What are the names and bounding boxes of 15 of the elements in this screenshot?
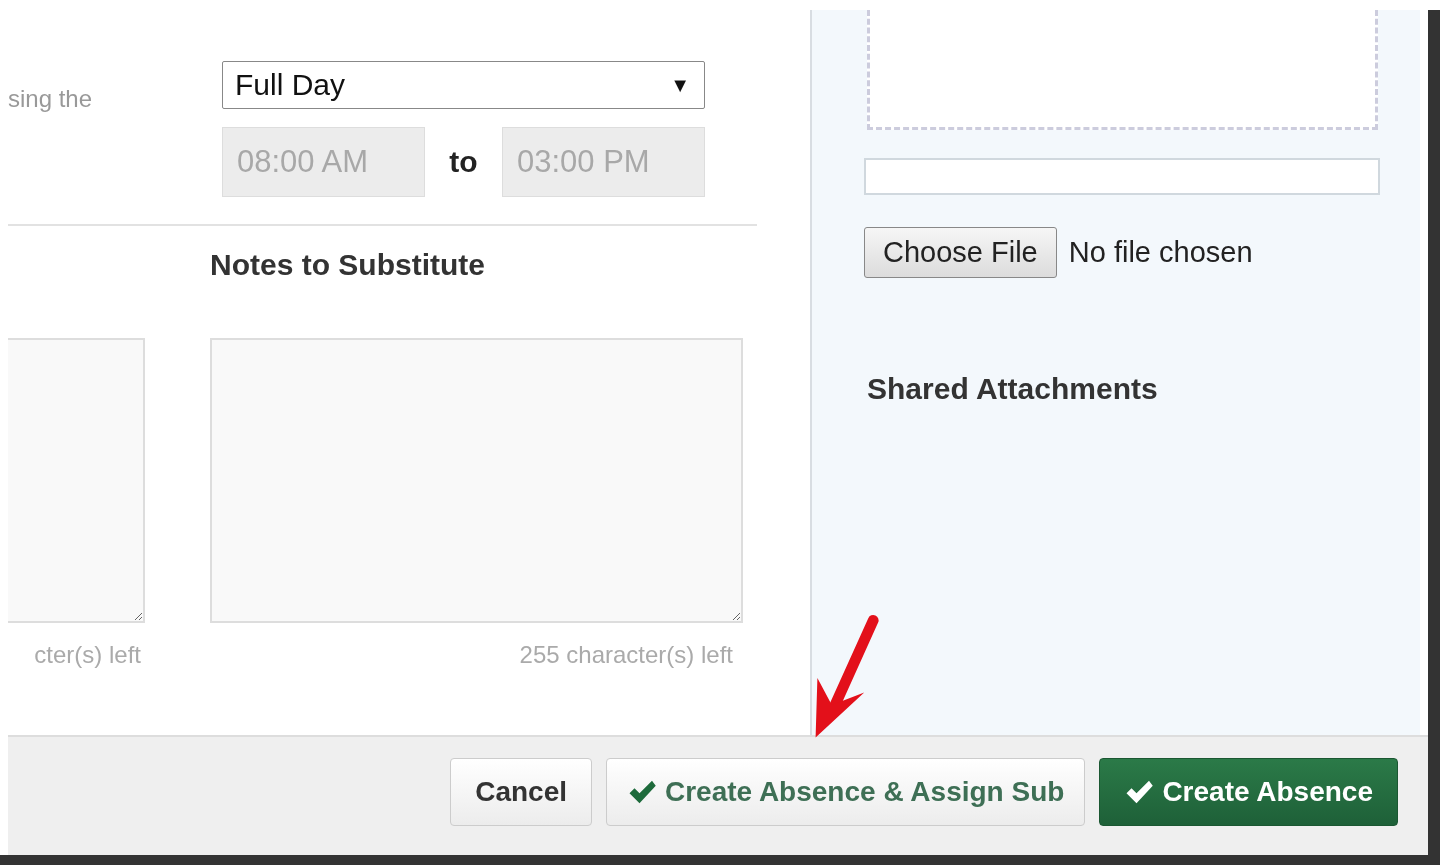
create-absence-button[interactable]: Create Absence [1099, 758, 1398, 826]
character-counter: 255 character(s) left [519, 641, 734, 669]
file-status: No file chosen [1068, 236, 1253, 269]
field-label: sing the [8, 84, 94, 114]
notes-heading: Notes to Substitute [210, 248, 485, 281]
character-counter: cter(s) left [34, 641, 142, 669]
duration-select[interactable]: Full Day ▼ [222, 61, 705, 109]
choose-file-button[interactable]: Choose File [864, 227, 1057, 278]
cancel-button[interactable]: Cancel [450, 758, 592, 826]
shared-attachments-heading: Shared Attachments [867, 372, 1159, 406]
assign-sub-button[interactable]: Create Absence & Assign Sub [606, 758, 1086, 826]
notes-textarea[interactable] [8, 338, 145, 623]
time-connector: to [448, 145, 479, 179]
notes-textarea[interactable] [210, 338, 743, 623]
drop-zone[interactable] [867, 10, 1378, 130]
